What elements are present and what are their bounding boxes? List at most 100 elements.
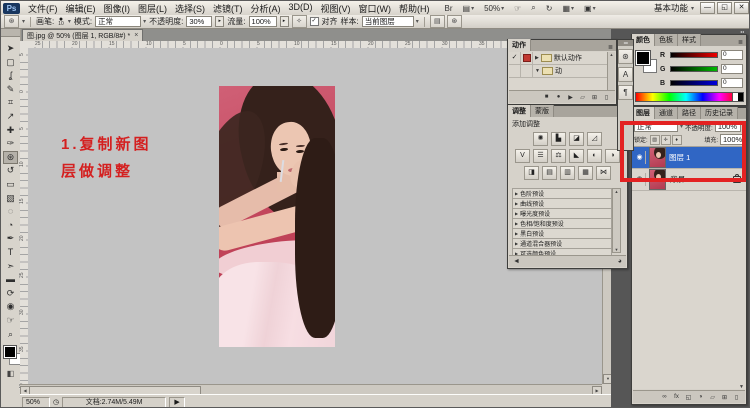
layer-visibility-toggle[interactable]: ◉ — [634, 173, 646, 186]
3d-rotate-tool[interactable]: ⟳ — [3, 287, 18, 300]
black-white-swatches[interactable] — [732, 92, 744, 102]
actions-scrollbar[interactable]: ▲ — [607, 52, 615, 91]
menu-item[interactable]: 视图(V) — [317, 1, 355, 16]
opacity-slider-button[interactable]: ▸ — [215, 16, 224, 27]
action-dialog-toggle[interactable] — [521, 65, 533, 77]
toggle-brushes-panel-button[interactable]: ▤ — [430, 15, 445, 28]
preset-item[interactable]: ▶通道混合器预设 — [512, 239, 612, 249]
scroll-up-icon[interactable]: ▲ — [610, 52, 614, 57]
sample-select[interactable]: 当前图层 ▾ — [362, 16, 419, 27]
new-set-button[interactable]: ▱ — [578, 94, 587, 101]
scroll-down-icon[interactable]: ▼ — [613, 247, 620, 252]
channel-slider[interactable] — [670, 66, 718, 72]
panel-menu-icon[interactable]: ≣ — [605, 44, 616, 51]
toggle-clone-source-panel-button[interactable]: ⊛ — [447, 15, 462, 28]
layers-tab[interactable]: 历史记录 — [701, 107, 738, 119]
brush-tool[interactable]: ✑ — [3, 137, 18, 150]
lock-all-button[interactable]: ♦ — [672, 135, 682, 145]
close-button[interactable]: ✕ — [734, 2, 749, 14]
zoom-percentage-field[interactable]: 50% — [22, 397, 50, 408]
delete-action-button[interactable]: ▯ — [602, 94, 611, 101]
aligned-checkbox[interactable]: ✓ — [310, 17, 319, 26]
layer-visibility-toggle[interactable]: ◉ — [634, 151, 646, 164]
vibrance-adjustment-button[interactable]: V — [515, 149, 530, 163]
adjustments-tab[interactable]: 蒙版 — [531, 105, 554, 117]
delete-layer-button[interactable]: ▯ — [732, 394, 741, 401]
add-layer-mask-button[interactable]: ◱ — [684, 394, 693, 401]
move-tool[interactable]: ➤ — [3, 42, 18, 55]
panel-menu-icon[interactable]: ≣ — [735, 39, 746, 46]
channel-value-input[interactable]: 0 — [721, 78, 743, 88]
eyedropper-tool[interactable]: ↗ — [3, 110, 18, 123]
record-button[interactable]: ● — [554, 94, 563, 100]
levels-adjustment-button[interactable]: ▙ — [551, 132, 566, 146]
invert-adjustment-button[interactable]: ◨ — [524, 166, 539, 180]
new-group-button[interactable]: ▱ — [708, 394, 717, 401]
menu-item[interactable]: 3D(D) — [285, 1, 317, 16]
status-expand-button[interactable]: ▶ — [169, 397, 185, 408]
adjustments-tab[interactable]: 调整 — [508, 105, 531, 117]
menu-item[interactable]: 文件(F) — [24, 1, 62, 16]
color-spectrum-bar[interactable] — [635, 92, 737, 102]
link-layers-button[interactable]: ∞ — [660, 394, 669, 400]
menu-item[interactable]: 分析(A) — [247, 1, 285, 16]
tool-preset-picker[interactable]: ⊛ — [4, 15, 19, 28]
foreground-color-swatch[interactable] — [636, 51, 650, 65]
channel-mixer-adjustment-button[interactable]: ◑ — [605, 149, 620, 163]
eraser-tool[interactable]: ▭ — [3, 178, 18, 191]
appbar-arrange-documents-button[interactable]: ▣▾ — [581, 3, 599, 14]
workspace-switcher[interactable]: 基本功能 ▾ — [650, 2, 698, 14]
path-selection-tool[interactable]: ➣ — [3, 260, 18, 273]
color-balance-adjustment-button[interactable]: ⚖ — [551, 149, 566, 163]
preset-item[interactable]: ▶色相/饱和度预设 — [512, 219, 612, 229]
dodge-tool[interactable]: ◔ — [3, 219, 18, 232]
appbar-screen-mode-button[interactable]: ▦▾ — [559, 3, 577, 14]
pen-tool[interactable]: ✒ — [3, 232, 18, 245]
threshold-adjustment-button[interactable]: ▥ — [560, 166, 575, 180]
flow-slider-button[interactable]: ▸ — [280, 16, 289, 27]
channel-slider[interactable] — [670, 80, 718, 86]
lasso-tool[interactable]: ʆ — [3, 69, 18, 82]
quick-mask-button[interactable]: ◧ — [5, 369, 16, 378]
document-size-indicator[interactable]: 文档:2.74M/5.49M — [62, 397, 166, 408]
layer-row[interactable]: ◉背景 — [632, 169, 746, 191]
appbar-zoom-level-button[interactable]: 50%▾ — [481, 3, 507, 14]
type-tool[interactable]: T — [3, 246, 18, 259]
color-tab[interactable]: 色板 — [655, 34, 678, 46]
toolbox-grip[interactable] — [1, 29, 20, 37]
color-tab[interactable]: 样式 — [678, 34, 701, 46]
channel-slider[interactable] — [670, 52, 718, 58]
menu-item[interactable]: 选择(S) — [171, 1, 209, 16]
layer-row[interactable]: ◉图层 1 — [632, 147, 746, 169]
clone-stamp-tool[interactable]: ⊛ — [3, 151, 18, 164]
blur-tool[interactable]: ◌ — [3, 205, 18, 218]
layer-blend-mode-select[interactable]: 正常 — [634, 121, 678, 132]
close-tab-icon[interactable]: × — [134, 32, 138, 39]
actions-tab[interactable]: 动作 — [508, 39, 531, 51]
exposure-adjustment-button[interactable]: ◿ — [587, 132, 602, 146]
shape-tool[interactable]: ▬ — [3, 273, 18, 286]
channel-value-input[interactable]: 0 — [721, 64, 743, 74]
gradient-map-adjustment-button[interactable]: ▦ — [578, 166, 593, 180]
lock-transparent-pixels-button[interactable]: ▨ — [650, 135, 660, 145]
healing-brush-tool[interactable]: ✚ — [3, 124, 18, 137]
airbrush-toggle[interactable]: ✧ — [292, 15, 307, 28]
brush-preset-picker[interactable]: ● 10 — [58, 17, 64, 26]
marquee-tool[interactable]: ▢ — [3, 56, 18, 69]
appbar-zoom-button[interactable]: ⌕ — [528, 2, 538, 14]
preset-item[interactable]: ▶黑白预设 — [512, 229, 612, 239]
menu-item[interactable]: 帮助(H) — [395, 1, 434, 16]
posterize-adjustment-button[interactable]: ▤ — [542, 166, 557, 180]
action-check-toggle[interactable]: ✓ — [509, 52, 521, 64]
appbar-hand-button[interactable]: ☞ — [511, 3, 524, 14]
expand-arrow-icon[interactable]: ▼ — [535, 68, 540, 74]
hue-saturation-adjustment-button[interactable]: ☰ — [533, 149, 548, 163]
action-dialog-toggle[interactable] — [521, 52, 533, 64]
hand-tool[interactable]: ☞ — [3, 314, 18, 327]
layers-tab[interactable]: 路径 — [678, 107, 701, 119]
black-white-adjustment-button[interactable]: ◣ — [569, 149, 584, 163]
scroll-up-icon[interactable]: ▲ — [613, 189, 620, 194]
appbar-rotate-view-button[interactable]: ↻ — [543, 3, 556, 14]
brightness-contrast-adjustment-button[interactable]: ✺ — [533, 132, 548, 146]
foreground-color-swatch[interactable] — [4, 346, 16, 358]
